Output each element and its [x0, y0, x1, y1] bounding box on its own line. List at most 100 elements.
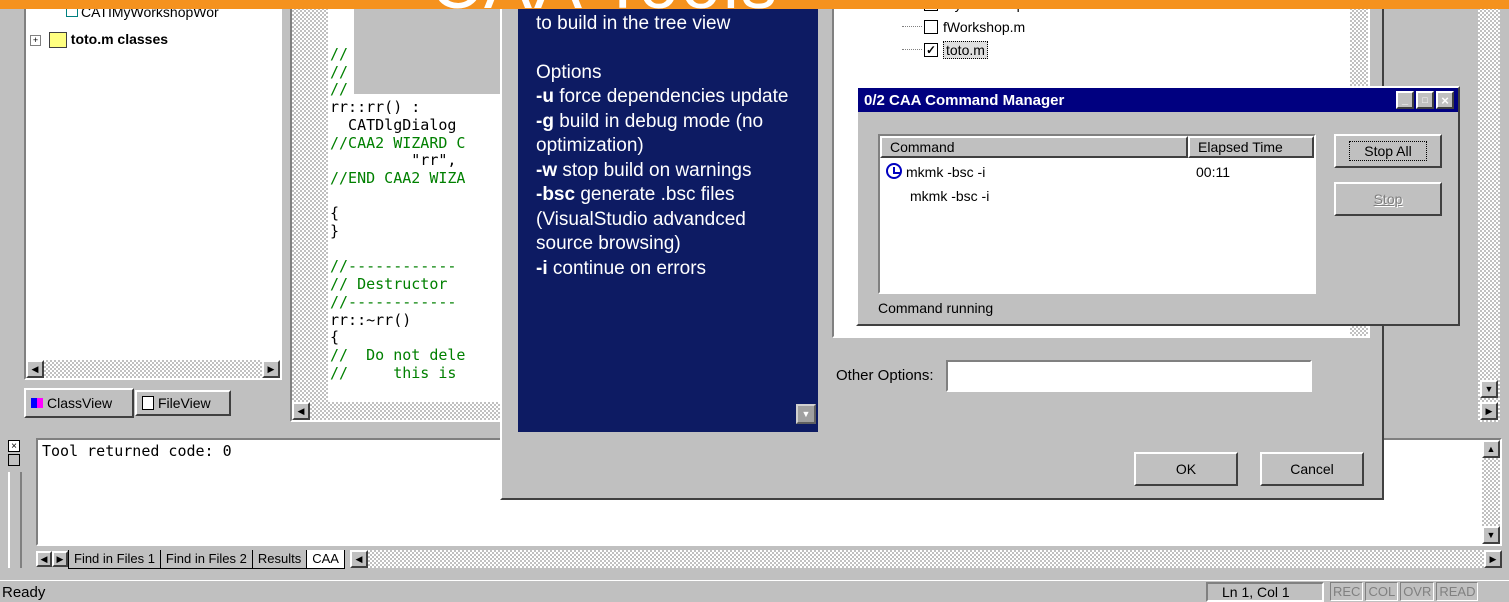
module-item[interactable]: ✓ toto.m: [902, 38, 1040, 61]
tab-scroll-right-button[interactable]: ▶: [52, 551, 68, 567]
code-line: //CAA2 WIZARD C: [330, 133, 466, 152]
scroll-down-button[interactable]: ▼: [796, 404, 816, 424]
main-vscroll[interactable]: ▼ ▶: [1478, 0, 1500, 422]
tree-item-toto-classes[interactable]: + toto.m classes: [30, 31, 168, 49]
command-status: Command running: [878, 300, 994, 316]
output-tab[interactable]: Results: [251, 549, 308, 569]
code-line: {: [330, 204, 340, 223]
stop-all-button[interactable]: Stop All: [1334, 134, 1442, 168]
stop-label: Stop: [1373, 191, 1403, 207]
output-tab-row: ◀ ▶ Find in Files 1 Find in Files 2 Result…: [36, 548, 1502, 570]
command-manager-dialog: 0/2 CAA Command Manager _ □ × Command El…: [856, 86, 1460, 326]
help-intro: to build in the tree view: [536, 13, 731, 34]
other-options-label: Other Options:: [836, 367, 934, 384]
option-description: force dependencies update: [553, 86, 789, 107]
tree-connector: [902, 49, 922, 50]
code-line: {: [330, 328, 340, 347]
code-lines[interactable]: //////rr::rr() : CATDlgDialog//CAA2 WIZA…: [330, 45, 466, 382]
output-gripper[interactable]: [8, 472, 22, 568]
module-checkbox[interactable]: [924, 19, 938, 34]
ok-label: OK: [1175, 461, 1197, 477]
classes-folder-icon: [48, 32, 67, 49]
scroll-up-button[interactable]: ▲: [1482, 440, 1500, 458]
code-line: "rr",: [330, 151, 457, 170]
option-flag: -g: [536, 110, 554, 132]
code-line: rr::rr() :: [330, 98, 421, 117]
option-description: continue on errors: [547, 257, 707, 279]
tab-classview[interactable]: ClassView: [24, 388, 134, 418]
option-description: build in debug mode (no optimization): [536, 110, 764, 157]
window-title: 0/2 CAA Command Manager: [864, 91, 1065, 109]
position-text: Ln 1, Col 1: [1222, 584, 1290, 600]
status-indicator: OVR: [1400, 582, 1435, 601]
scroll-left-button[interactable]: ◀: [26, 360, 44, 378]
ok-button[interactable]: OK: [1134, 452, 1238, 486]
class-view-tabs: ClassView FileView: [24, 388, 282, 418]
module-item[interactable]: fWorkshop.m: [902, 15, 1040, 38]
editor-hscroll[interactable]: ◀: [292, 402, 518, 420]
scroll-down-button[interactable]: ▼: [1480, 380, 1498, 398]
status-indicators: REC COL OVR READ: [1330, 582, 1480, 601]
column-label: Elapsed Time: [1198, 139, 1283, 155]
editor-selection-margin: [292, 2, 328, 402]
elapsed-time: 00:11: [1196, 164, 1230, 180]
other-options-input[interactable]: [946, 360, 1312, 392]
output-tab[interactable]: CAA: [306, 549, 345, 569]
scroll-right-button[interactable]: ▶: [1480, 402, 1498, 420]
column-header-command[interactable]: Command: [880, 136, 1188, 158]
code-line: }: [330, 222, 340, 241]
command-text: mkmk -bsc -i: [910, 188, 990, 204]
code-line: // Do not dele: [330, 345, 466, 364]
help-panel-scroll[interactable]: ▼: [794, 0, 818, 432]
help-heading: Options: [536, 61, 602, 83]
expand-plus-icon[interactable]: +: [30, 34, 41, 46]
close-button[interactable]: ×: [1436, 91, 1454, 109]
output-hscroll[interactable]: ◀ ▶: [349, 550, 1502, 568]
status-indicator: REC: [1330, 582, 1364, 601]
scroll-left-button[interactable]: ◀: [292, 402, 310, 420]
stop-button[interactable]: Stop: [1334, 182, 1442, 216]
scroll-left-button[interactable]: ◀: [349, 550, 368, 568]
code-editor[interactable]: //////rr::rr() : CATDlgDialog//CAA2 WIZA…: [290, 0, 520, 422]
output-vscroll[interactable]: ▲ ▼: [1482, 440, 1500, 544]
command-list[interactable]: Command Elapsed Time mkmk -bsc -i 00:11 mk…: [878, 134, 1316, 294]
class-view-hscroll[interactable]: ◀ ▶: [26, 360, 280, 378]
module-checkbox[interactable]: ✓: [924, 42, 938, 57]
help-options: -u force dependencies update -g build in …: [536, 85, 791, 281]
tab-scroll-left-button[interactable]: ◀: [36, 551, 52, 567]
class-view-pane[interactable]: CATIMyWorkshopWor + toto.m classes ◀ ▶: [24, 0, 282, 380]
stop-all-label: Stop All: [1349, 141, 1427, 161]
status-indicator: COL: [1365, 582, 1399, 601]
help-panel: to build in the tree view Options -u for…: [518, 0, 818, 432]
output-tab[interactable]: Find in Files 1: [68, 549, 161, 569]
output-float-icon[interactable]: [8, 454, 20, 466]
tab-fileview[interactable]: FileView: [135, 390, 231, 416]
module-label: toto.m: [943, 40, 988, 59]
clock-hands: [893, 167, 900, 174]
output-tab[interactable]: Find in Files 2: [159, 549, 253, 569]
maximize-button[interactable]: □: [1416, 91, 1434, 109]
classview-icon: [31, 398, 43, 408]
minimize-button[interactable]: _: [1396, 91, 1414, 109]
cancel-button[interactable]: Cancel: [1260, 452, 1364, 486]
option-flag: -bsc: [536, 184, 576, 205]
command-row[interactable]: mkmk -bsc -i: [884, 186, 1304, 210]
command-row[interactable]: mkmk -bsc -i 00:11: [884, 162, 1304, 186]
scroll-down-button[interactable]: ▼: [1482, 526, 1500, 544]
code-line: // Destructor: [330, 275, 448, 294]
output-text: Tool returned code: 0: [42, 442, 232, 460]
output-tabs: Find in Files 1 Find in Files 2 Results CAA: [68, 549, 345, 569]
option-flag: -u: [536, 86, 554, 107]
scroll-right-button[interactable]: ▶: [1484, 550, 1502, 568]
module-list: ✓MyWorkshop.mfWorkshop.m✓toto.m: [902, 0, 1040, 61]
help-text: to build in the tree view Options -u for…: [536, 12, 791, 281]
column-header-elapsed[interactable]: Elapsed Time: [1188, 136, 1314, 158]
code-line: CATDlgDialog: [330, 115, 457, 134]
help-option: -i continue on errors: [536, 257, 791, 282]
help-option: -u force dependencies update: [536, 85, 791, 110]
command-manager-titlebar[interactable]: 0/2 CAA Command Manager _ □ ×: [858, 88, 1458, 112]
output-close-icon[interactable]: ×: [8, 440, 20, 452]
title-banner-text: CAA Tools: [430, 0, 779, 10]
scroll-right-button[interactable]: ▶: [262, 360, 280, 378]
